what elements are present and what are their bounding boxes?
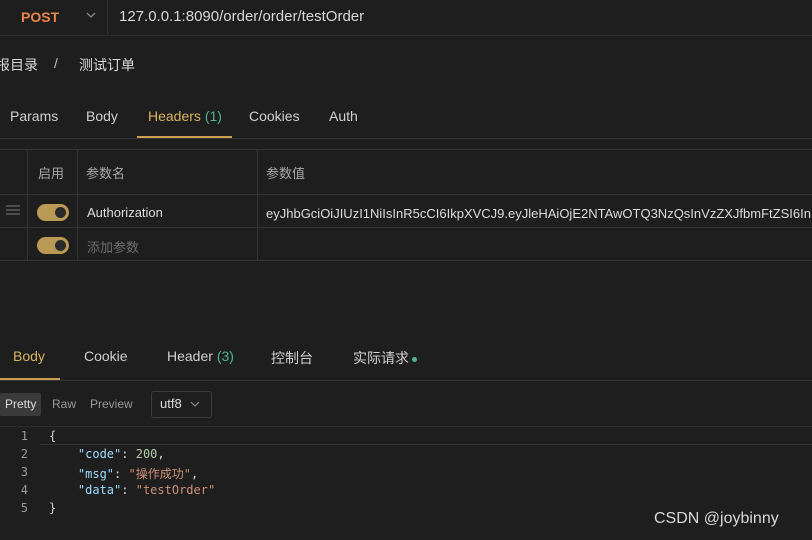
line-number: 5 bbox=[20, 501, 28, 515]
encoding-select[interactable]: utf8 bbox=[151, 391, 212, 418]
column-header-value: 参数值 bbox=[266, 166, 306, 181]
add-param-input[interactable]: 添加参数 bbox=[87, 237, 139, 256]
table-border bbox=[77, 149, 78, 261]
chevron-down-icon[interactable] bbox=[84, 8, 98, 22]
chevron-down-icon bbox=[190, 401, 200, 407]
encoding-label: utf8 bbox=[160, 396, 182, 411]
line-number: 1 bbox=[20, 429, 28, 443]
breadcrumb-separator: / bbox=[54, 55, 58, 71]
code-line: { bbox=[49, 429, 56, 443]
param-value-cell[interactable]: eyJhbGciOiJIUzI1NiIsInR5cCI6IkpXVCJ9.eyJ… bbox=[266, 205, 812, 221]
drag-handle-icon[interactable] bbox=[6, 205, 20, 215]
divider bbox=[0, 138, 812, 139]
table-border bbox=[257, 149, 258, 261]
tab-cookies[interactable]: Cookies bbox=[249, 108, 300, 124]
headers-table: 启用 参数名 参数值 Authorization eyJhbGciOiJIUzI… bbox=[0, 149, 812, 261]
json-value: "testOrder" bbox=[135, 483, 216, 497]
enable-toggle[interactable] bbox=[37, 204, 69, 221]
response-tab-header-count: (3) bbox=[216, 348, 234, 364]
tab-headers[interactable]: Headers (1) bbox=[148, 108, 222, 124]
json-key: "code" bbox=[77, 447, 122, 461]
tab-params[interactable]: Params bbox=[10, 108, 58, 124]
current-line-highlight bbox=[40, 427, 812, 445]
divider bbox=[107, 0, 108, 35]
response-tab-header-label: Header bbox=[167, 348, 213, 364]
status-dot-icon bbox=[412, 356, 417, 362]
format-preview-button[interactable]: Preview bbox=[85, 393, 138, 416]
table-border bbox=[0, 260, 812, 261]
line-number: 3 bbox=[20, 465, 28, 479]
breadcrumb: 报目录 / 测试订单 bbox=[0, 55, 300, 75]
format-raw-button[interactable]: Raw bbox=[47, 393, 81, 416]
table-border bbox=[0, 194, 812, 195]
tab-auth[interactable]: Auth bbox=[329, 108, 358, 124]
code-token: { bbox=[49, 429, 57, 443]
tab-body[interactable]: Body bbox=[86, 108, 118, 124]
code-token: } bbox=[49, 501, 57, 515]
param-name-cell[interactable]: Authorization bbox=[87, 205, 163, 220]
enable-toggle[interactable] bbox=[37, 237, 69, 254]
breadcrumb-current: 测试订单 bbox=[79, 57, 135, 73]
divider bbox=[0, 380, 812, 381]
json-value: 200 bbox=[135, 447, 158, 461]
line-number: 2 bbox=[20, 447, 28, 461]
method-select[interactable]: POST bbox=[21, 9, 59, 25]
response-tab-header[interactable]: Header (3) bbox=[167, 348, 234, 364]
response-tab-body[interactable]: Body bbox=[13, 348, 45, 364]
column-header-name: 参数名 bbox=[86, 166, 126, 181]
column-header-enabled: 启用 bbox=[38, 166, 65, 181]
code-line: "msg": "操作成功", bbox=[77, 467, 199, 481]
json-key: "msg" bbox=[77, 467, 115, 481]
json-key: "data" bbox=[77, 483, 122, 497]
format-pretty-button[interactable]: Pretty bbox=[0, 393, 42, 416]
param-value-text: eyJhbGciOiJIUzI1NiIsInR5cCI6IkpXVCJ9.eyJ… bbox=[266, 206, 811, 221]
code-line: "data": "testOrder" bbox=[77, 483, 216, 497]
response-tab-actual-request-label: 实际请求 bbox=[353, 350, 409, 366]
url-bar: POST 127.0.0.1:8090/order/order/testOrde… bbox=[0, 0, 812, 36]
code-line: } bbox=[49, 501, 56, 515]
tab-headers-label: Headers bbox=[148, 108, 201, 124]
table-border bbox=[0, 149, 812, 150]
json-value: "操作成功" bbox=[128, 467, 191, 481]
watermark: CSDN @joybinny bbox=[654, 510, 779, 527]
response-tab-console[interactable]: 控制台 bbox=[271, 348, 313, 368]
tab-headers-count: (1) bbox=[204, 108, 222, 124]
response-tab-cookie[interactable]: Cookie bbox=[84, 348, 128, 364]
format-toggle-group: Pretty Raw Preview bbox=[0, 393, 140, 416]
table-border bbox=[27, 149, 28, 261]
code-line: "code": 200, bbox=[77, 447, 165, 461]
breadcrumb-root[interactable]: 报目录 bbox=[0, 55, 38, 75]
response-tab-actual-request[interactable]: 实际请求 bbox=[353, 348, 417, 368]
url-input[interactable]: 127.0.0.1:8090/order/order/testOrder bbox=[119, 8, 364, 25]
line-number: 4 bbox=[20, 483, 28, 497]
table-border bbox=[0, 227, 812, 228]
